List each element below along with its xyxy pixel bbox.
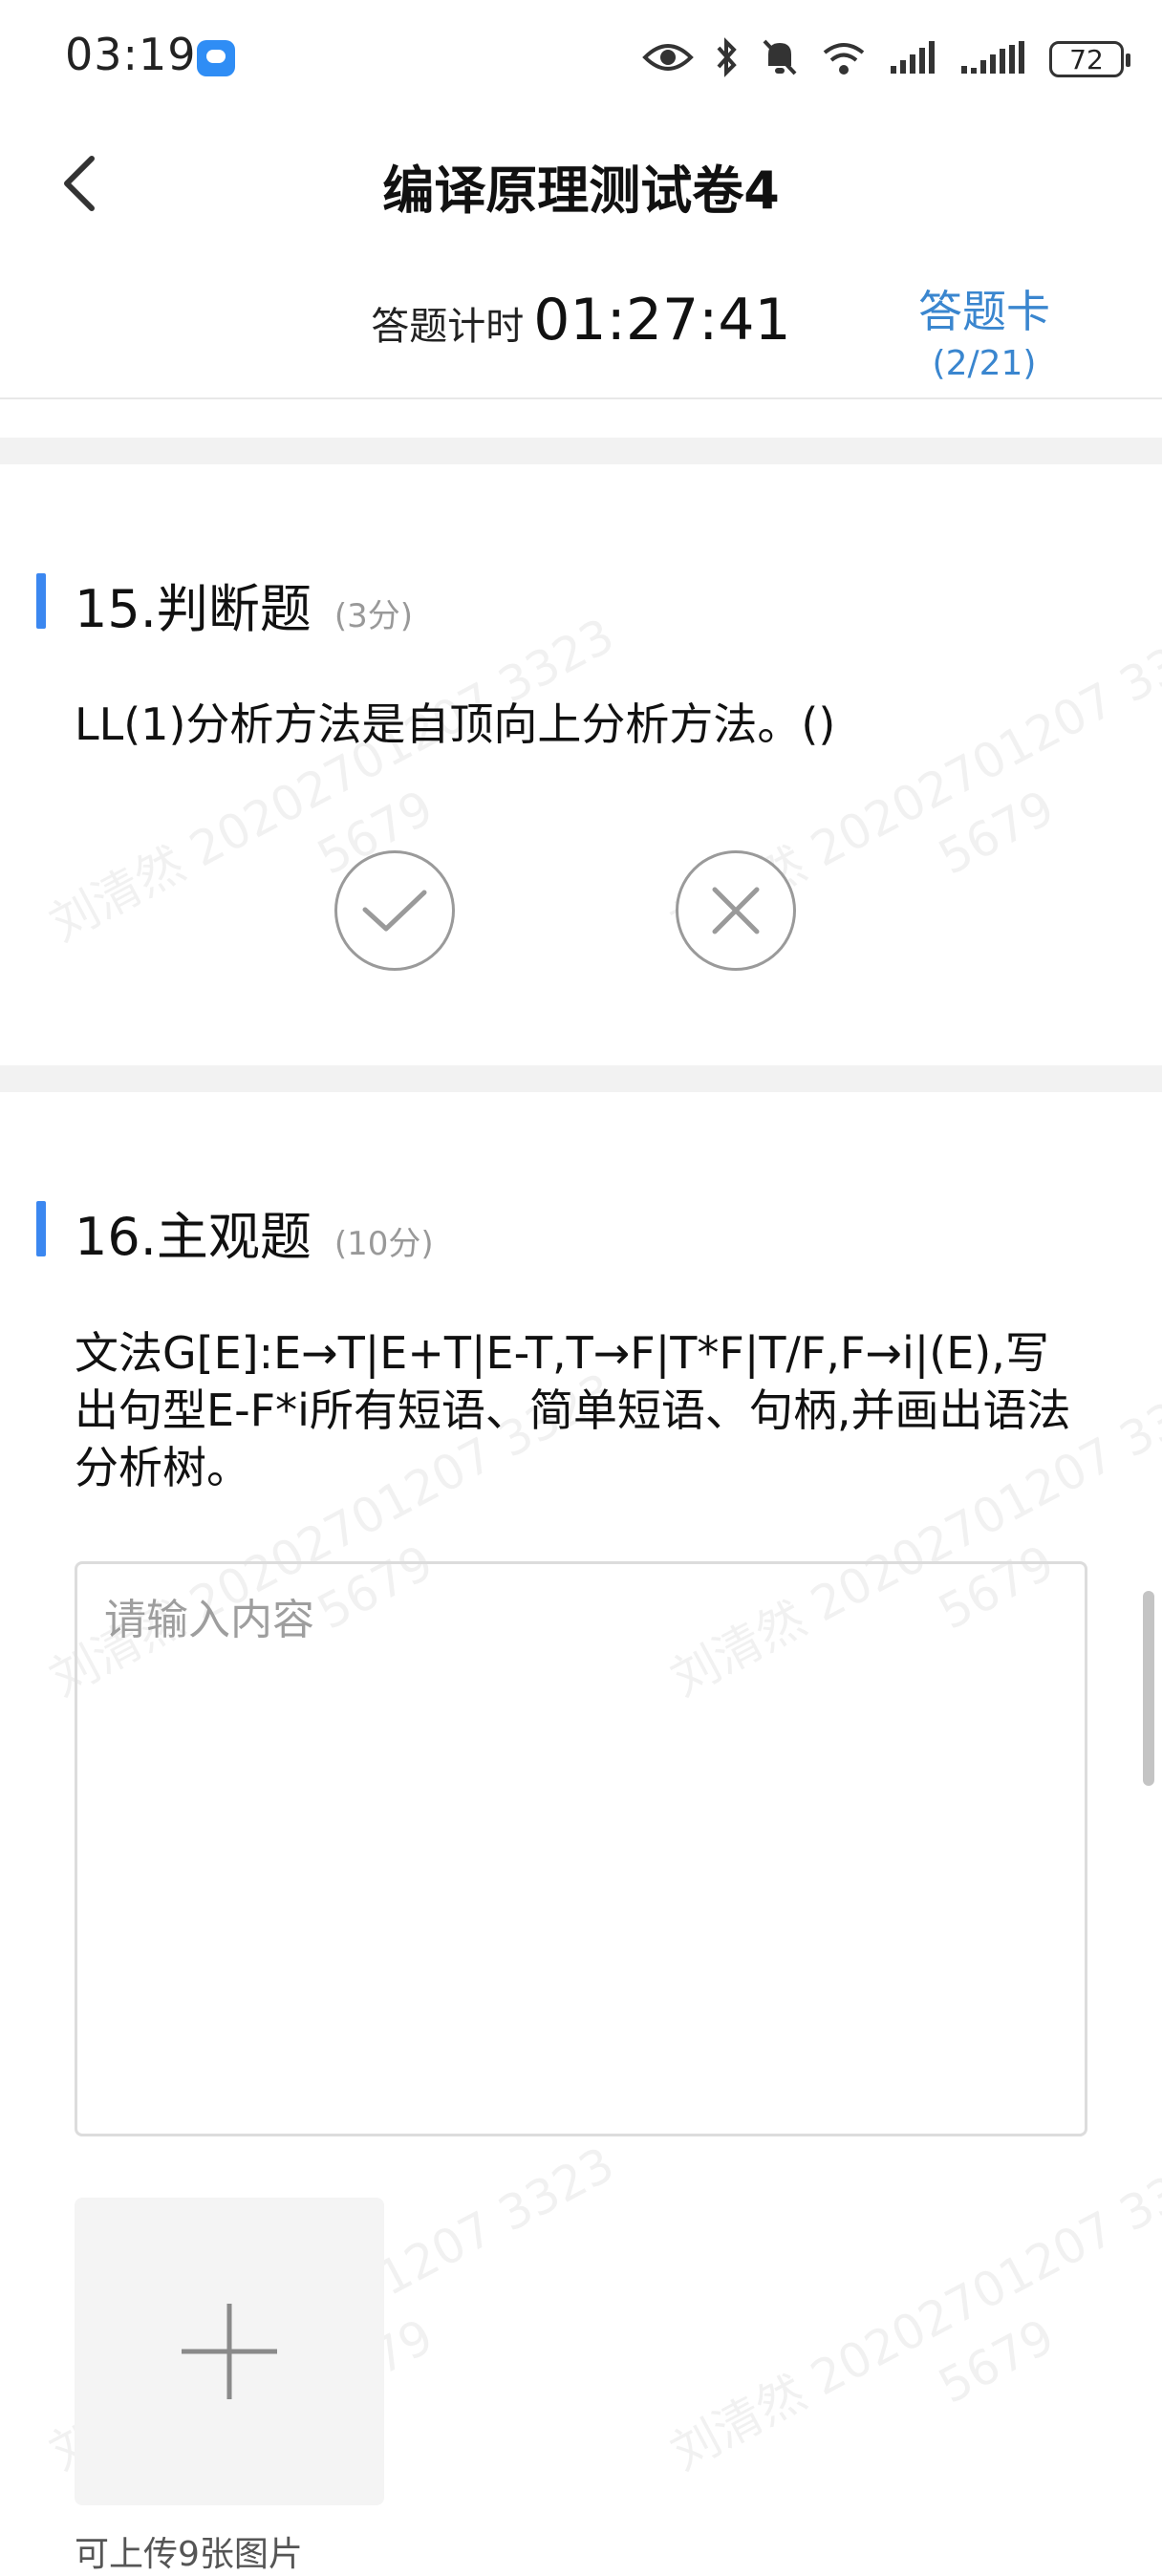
eye-icon xyxy=(642,40,694,78)
check-icon xyxy=(362,890,427,932)
watermark: 刘清然 20202701207 33235679 xyxy=(40,607,623,953)
battery-icon: 72 xyxy=(1049,41,1130,77)
answer-card-label: 答题卡 xyxy=(918,286,1050,337)
message-app-icon xyxy=(197,40,235,76)
status-icons: 72 xyxy=(642,32,1130,86)
wifi-icon xyxy=(820,37,868,81)
answer-card-button[interactable]: 答题卡 (2/21) xyxy=(889,277,1080,383)
question-accent-bar xyxy=(36,1201,46,1256)
question-16-title: 16.主观题 (10分) xyxy=(75,1194,434,1270)
false-option-button[interactable] xyxy=(676,850,796,971)
bell-off-icon xyxy=(761,37,799,81)
question-accent-bar xyxy=(36,573,46,629)
question-title: 16.主观题 xyxy=(75,1207,312,1267)
page-title: 编译原理测试卷4 xyxy=(382,161,780,221)
question-score: (3分) xyxy=(334,597,414,635)
upload-hint: 可上传9张图片 xyxy=(75,2535,303,2574)
cross-icon xyxy=(712,887,760,934)
section-divider xyxy=(0,1065,1162,1092)
question-15-text: LL(1)分析方法是自顶向上分析方法。() xyxy=(75,698,836,750)
answer-input[interactable] xyxy=(75,1561,1087,2136)
status-time: 03:19 xyxy=(65,29,197,80)
timer-label: 答题计时 xyxy=(371,305,525,349)
header-divider xyxy=(0,397,1162,399)
plus-icon xyxy=(182,2304,277,2399)
signal-icon xyxy=(889,39,938,79)
bluetooth-icon xyxy=(715,37,740,81)
answer-card-count: (2/21) xyxy=(932,344,1037,383)
scrollbar[interactable] xyxy=(1143,1591,1154,1786)
true-option-button[interactable] xyxy=(334,850,455,971)
question-15-title: 15.判断题 (3分) xyxy=(75,567,413,642)
upload-image-button[interactable] xyxy=(75,2198,384,2505)
watermark: 刘清然 20202701207 33235679 xyxy=(661,2136,1162,2481)
question-score: (10分) xyxy=(334,1225,434,1263)
question-16-text: 文法G[E]:E→T|E+T|E-T,T→F|T*F|T/F,F→i|(E),写… xyxy=(75,1327,1071,1493)
section-divider xyxy=(0,438,1162,464)
signal-icon-2 xyxy=(959,39,1028,79)
question-title: 15.判断题 xyxy=(75,579,312,639)
timer-value: 01:27:41 xyxy=(533,287,791,354)
